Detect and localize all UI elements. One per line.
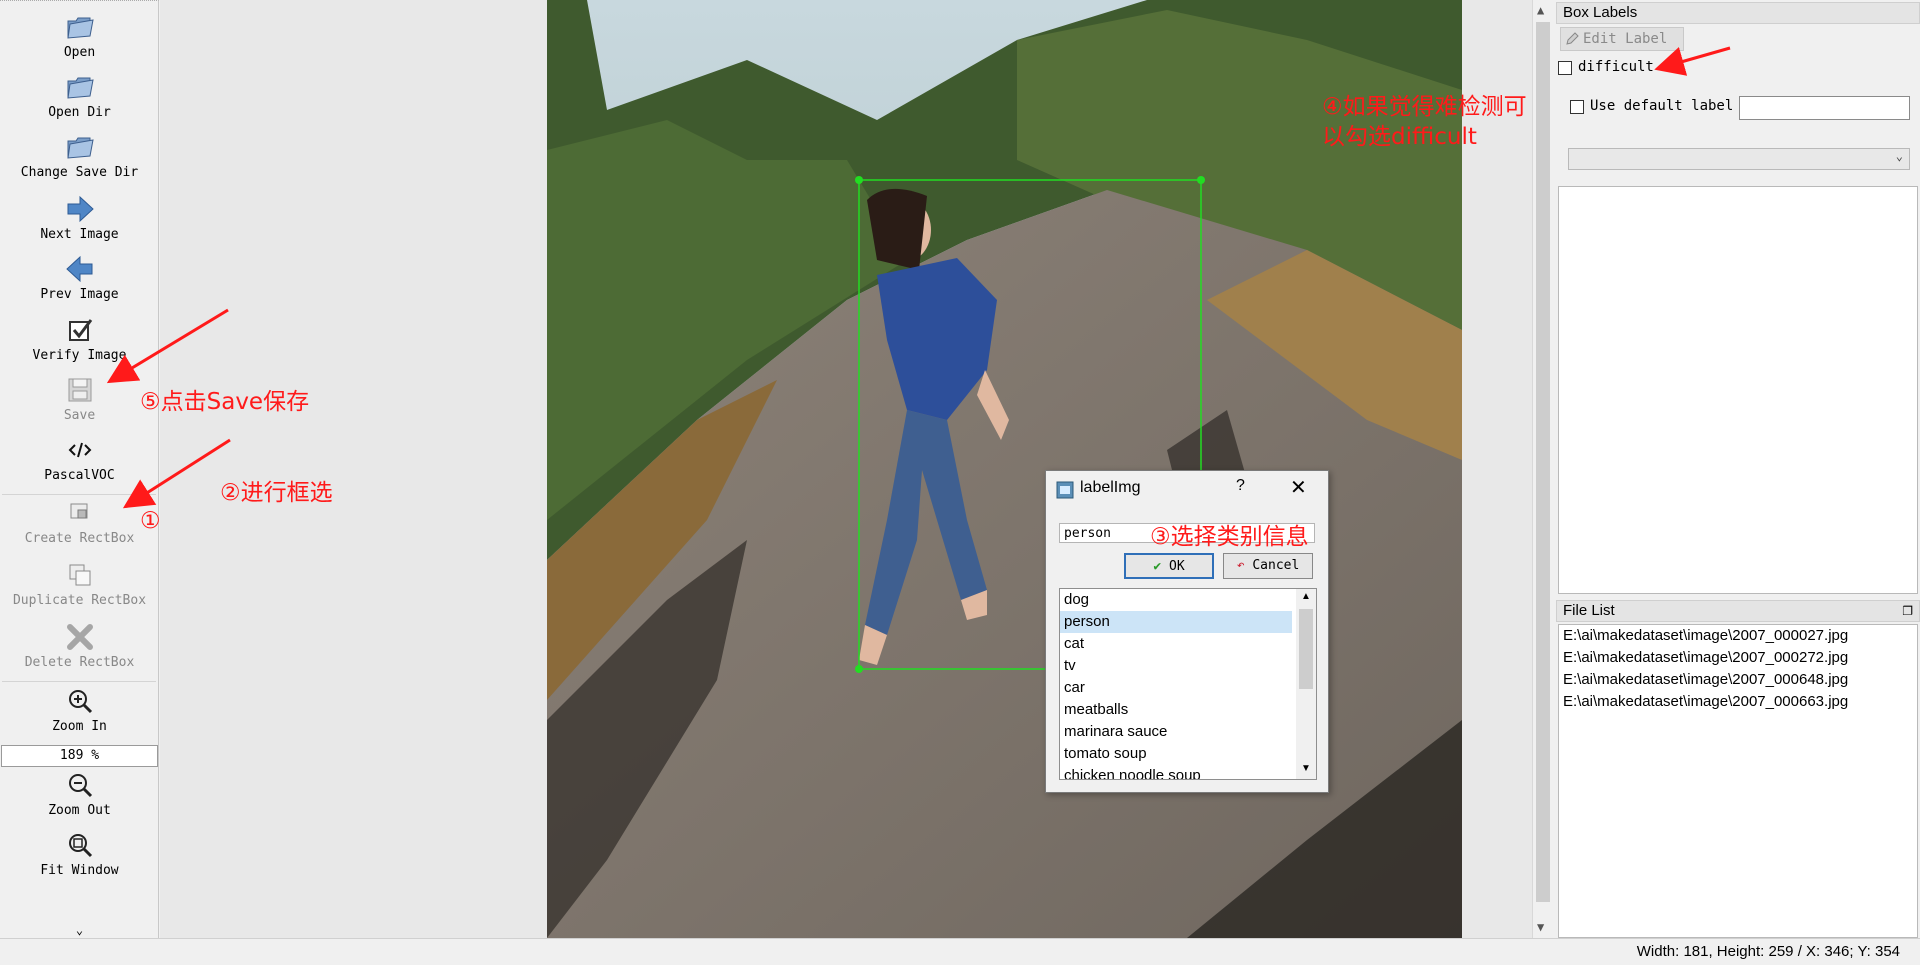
annotation-step4-line1: ④如果觉得难检测可 xyxy=(1322,94,1527,120)
annotation-step5: ⑤点击Save保存 xyxy=(140,389,310,415)
annotation-step3: ③选择类别信息 xyxy=(1150,524,1309,550)
annotation-step1: ① xyxy=(140,508,161,534)
annotation-step2: ②进行框选 xyxy=(220,480,333,506)
annotation-step4-line2: 以勾选difficult xyxy=(1322,124,1477,150)
